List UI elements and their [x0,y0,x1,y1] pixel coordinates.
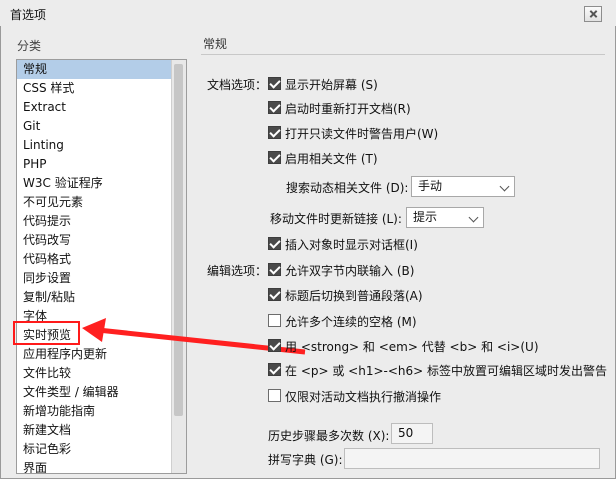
update-links-value: 提示 [413,210,438,224]
chevron-down-icon [468,212,479,223]
option-checkbox[interactable] [268,339,281,352]
option-label: 打开只读文件时警告用户(W) [285,127,439,141]
update-links-label: 移动文件时更新链接 (L): [270,212,402,226]
sidebar-item[interactable]: 代码改写 [17,231,186,250]
sidebar-item[interactable]: 同步设置 [17,269,186,288]
sidebar-item[interactable]: 新增功能指南 [17,402,186,421]
option-label: 显示开始屏幕 (S) [285,78,378,92]
option-checkbox[interactable] [268,314,281,327]
option-checkbox[interactable] [268,151,281,164]
insert-object-label: 插入对象时显示对话框(I) [285,238,418,252]
search-related-value: 手动 [418,179,443,193]
sidebar-item[interactable]: 代码提示 [17,212,186,231]
category-scrollbar[interactable] [171,60,186,473]
sidebar-item[interactable]: 复制/粘贴 [17,288,186,307]
spell-dictionary-select[interactable] [344,448,600,469]
doc-options-label: 文档选项： [207,78,268,92]
sidebar-item[interactable]: 文件类型 / 编辑器 [17,383,186,402]
sidebar-item[interactable]: 常规 [17,60,186,79]
annotation-highlight-box [13,321,80,345]
sidebar-item[interactable]: W3C 验证程序 [17,174,186,193]
search-related-label: 搜索动态相关文件 (D): [286,181,409,195]
option-label: 允许双字节内联输入 (B) [285,264,415,278]
edit-options-label: 编辑选项： [207,264,268,278]
chevron-down-icon [499,181,510,192]
option-label: 用 <strong> 和 <em> 代替 <b> 和 <i>(U) [285,340,539,354]
search-related-select[interactable]: 手动 [411,176,515,197]
sidebar-item[interactable]: Git [17,117,186,136]
option-label: 允许多个连续的空格 (M) [285,315,417,329]
close-icon[interactable] [584,6,602,22]
sidebar-item[interactable]: 新建文档 [17,421,186,440]
option-checkbox[interactable] [268,363,281,376]
window-title: 首选项 [10,8,47,22]
sidebar-item[interactable]: 不可见元素 [17,193,186,212]
sidebar-item[interactable]: Linting [17,136,186,155]
option-checkbox[interactable] [268,389,281,402]
option-checkbox[interactable] [268,288,281,301]
option-checkbox[interactable] [268,126,281,139]
title-bar: 首选项 [0,0,616,26]
option-label: 仅限对活动文档执行撤消操作 [285,390,442,404]
sidebar-item[interactable]: 代码格式 [17,250,186,269]
sidebar-item[interactable]: 标记色彩 [17,440,186,459]
section-divider [201,54,605,55]
option-checkbox[interactable] [268,101,281,114]
history-label: 历史步骤最多次数 (X): [268,429,390,443]
option-label: 标题后切换到普通段落(A) [285,289,423,303]
sidebar-item[interactable]: CSS 样式 [17,79,186,98]
sidebar-item[interactable]: 界面 [17,459,186,473]
update-links-select[interactable]: 提示 [406,207,484,228]
insert-object-checkbox[interactable] [268,237,281,250]
category-label: 分类 [17,39,42,53]
spell-dictionary-label: 拼写字典 (G): [268,453,343,467]
option-label: 启动时重新打开文档(R) [285,102,411,116]
option-label: 启用相关文件 (T) [285,152,378,166]
preferences-dialog: 首选项 分类 常规 CSS 样式 Extract Git Linting PHP W3C 验… [0,0,616,479]
category-list[interactable]: 常规 CSS 样式 Extract Git Linting PHP W3C 验证程序 不可见元… [16,59,187,474]
section-title: 常规 [203,37,228,51]
option-label: 在 <p> 或 <h1>-<h6> 标签中放置可编辑区域时发出警告 [285,364,608,378]
option-checkbox[interactable] [268,263,281,276]
sidebar-item[interactable]: PHP [17,155,186,174]
option-checkbox[interactable] [268,77,281,90]
sidebar-item[interactable]: Extract [17,98,186,117]
history-steps-input[interactable]: 50 [391,423,433,444]
